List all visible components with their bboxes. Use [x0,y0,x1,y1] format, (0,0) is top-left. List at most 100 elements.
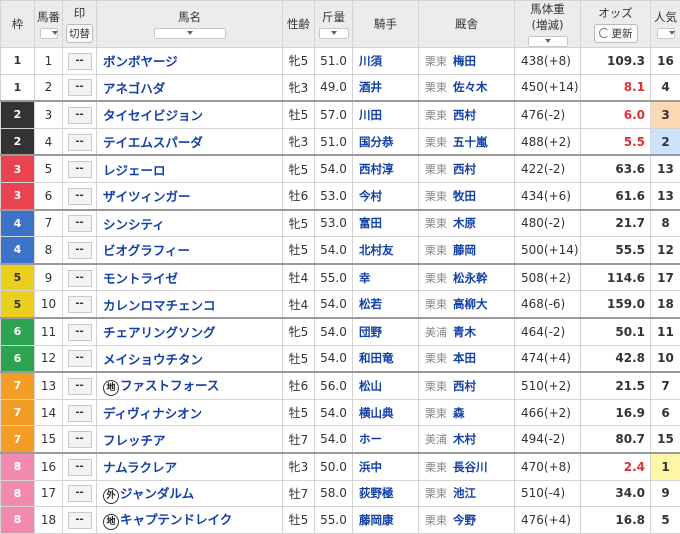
header-umaban[interactable]: 馬番 [35,1,63,48]
sort-dropdown-icon[interactable] [154,28,226,39]
mark-button[interactable]: -- [68,79,92,96]
trainer-link[interactable]: 梅田 [453,54,476,68]
jockey-link[interactable]: 藤岡康 [359,513,394,527]
jockey-link[interactable]: 浜中 [359,460,382,474]
trainer-link[interactable]: 西村 [453,108,476,122]
mark-button[interactable]: -- [68,405,92,422]
jockey-link[interactable]: 団野 [359,325,382,339]
trainer-link[interactable]: 森 [453,406,465,420]
jockey-link[interactable]: 松若 [359,297,382,311]
mark-button[interactable]: -- [68,242,92,259]
header-name[interactable]: 馬名 [97,1,283,48]
trainer-cell: 栗東本田 [419,345,515,372]
horse-name-cell: 地キャプテンドレイク [97,507,283,534]
jockey-link[interactable]: 荻野極 [359,486,394,500]
mark-button[interactable]: -- [68,378,92,395]
horse-name-link[interactable]: アネゴハダ [103,81,165,96]
horse-name-link[interactable]: フレッチア [103,433,166,448]
jockey-link[interactable]: 川須 [359,54,382,68]
mark-button[interactable]: -- [68,459,92,476]
sort-dropdown-icon[interactable] [40,28,58,39]
trainer-link[interactable]: 西村 [453,162,476,176]
trainer-link[interactable]: 高柳大 [453,297,488,311]
jockey-link[interactable]: 和田竜 [359,351,394,365]
jockey-link[interactable]: 富田 [359,216,382,230]
trainer-link[interactable]: 五十嵐 [453,135,488,149]
horse-name-link[interactable]: ナムラクレア [103,460,177,475]
mark-button[interactable]: -- [68,512,92,529]
mark-button[interactable]: -- [68,296,92,313]
mark-button[interactable]: -- [68,350,92,367]
horse-name-link[interactable]: レジェーロ [103,163,166,178]
refresh-button[interactable]: 更新 [594,24,638,43]
header-pop[interactable]: 人気 [651,1,680,48]
mark-button[interactable]: -- [68,431,92,448]
trainer-link[interactable]: 牧田 [453,189,476,203]
trainer-link[interactable]: 木村 [453,432,476,446]
horse-name-link[interactable]: ジャンダルム [120,486,194,501]
horse-name-cell: アネゴハダ [97,74,283,101]
trainer-link[interactable]: 本田 [453,351,476,365]
jockey-link[interactable]: 酒井 [359,80,382,94]
jockey-link[interactable]: 西村淳 [359,162,394,176]
trainer-link[interactable]: 佐々木 [453,80,488,94]
mark-button[interactable]: -- [68,485,92,502]
jockey-link[interactable]: ホー [359,432,382,446]
mark-button[interactable]: -- [68,107,92,124]
trainer-link[interactable]: 松永幹 [453,271,488,285]
horse-name-link[interactable]: キャプテンドレイク [120,512,232,527]
jockey-link[interactable]: 横山典 [359,406,394,420]
trainer-link[interactable]: 池江 [453,486,476,500]
horse-name-link[interactable]: チェアリングソング [103,325,216,340]
horse-name-link[interactable]: メイショウチタン [103,352,203,367]
trainer-link[interactable]: 長谷川 [453,460,488,474]
odds-cell: 8.1 [581,74,651,101]
horse-name-link[interactable]: テイエムスパーダ [103,135,203,150]
horse-name-link[interactable]: ビオグラフィー [103,243,190,258]
header-weight[interactable]: 馬体重(増減) [515,1,581,48]
horse-name-link[interactable]: モントライゼ [103,271,178,286]
sort-dropdown-icon[interactable] [319,28,349,39]
jockey-link[interactable]: 松山 [359,379,382,393]
mark-toggle-button[interactable]: 切替 [66,24,93,43]
trainer-link[interactable]: 西村 [453,379,476,393]
mark-button[interactable]: -- [68,161,92,178]
jockey-link[interactable]: 川田 [359,108,382,122]
trainer-link[interactable]: 木原 [453,216,476,230]
sort-dropdown-icon[interactable] [528,36,568,47]
weight-cell: 434(+6) [515,182,581,209]
horse-name-link[interactable]: ザイツィンガー [103,189,191,204]
trainer-link[interactable]: 藤岡 [453,243,476,257]
horse-name-link[interactable]: ボンボヤージ [103,54,178,69]
mark-button[interactable]: -- [68,53,92,70]
popularity-cell: 12 [651,237,680,264]
mark-button[interactable]: -- [68,188,92,205]
jockey-link[interactable]: 北村友 [359,243,394,257]
header-kinryo[interactable]: 斤量 [315,1,353,48]
jockey-link[interactable]: 国分恭 [359,135,394,149]
waku-cell: 4 [1,210,35,237]
horse-name-link[interactable]: タイセイビジョン [103,108,203,123]
horse-name-link[interactable]: ディヴィナシオン [103,406,202,421]
table-row: 510--カレンロマチェンコ牡454.0松若栗東高柳大468(-6)159.01… [1,291,680,318]
trainer-region: 栗東 [425,244,447,257]
trainer-link[interactable]: 今野 [453,513,476,527]
trainer-region: 栗東 [425,380,447,393]
jockey-link[interactable]: 幸 [359,271,371,285]
mark-button[interactable]: -- [68,134,92,151]
sort-dropdown-icon[interactable] [657,28,675,39]
horse-name-link[interactable]: カレンロマチェンコ [103,298,216,313]
horse-name-link[interactable]: ファストフォース [120,378,219,393]
horse-name-link[interactable]: シンシティ [103,217,165,232]
jockey-cell: ホー [353,426,419,453]
mark-button[interactable]: -- [68,270,92,287]
umaban-cell: 11 [35,318,63,345]
weight-cell: 470(+8) [515,453,581,480]
mark-button[interactable]: -- [68,215,92,232]
mark-button[interactable]: -- [68,324,92,341]
jockey-link[interactable]: 今村 [359,189,382,203]
refresh-icon [599,28,609,38]
jockey-cell: 西村淳 [353,155,419,182]
trainer-link[interactable]: 青木 [453,325,476,339]
popularity-cell: 3 [651,101,680,128]
